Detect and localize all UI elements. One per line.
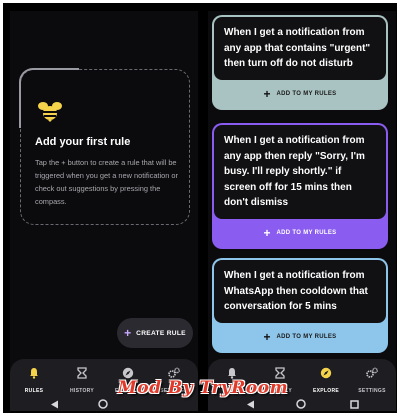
rule-text: When I get a notification from any app t… bbox=[224, 27, 371, 69]
system-nav-bar bbox=[10, 397, 198, 411]
screenshot-frame: Add your first rule Tap the + button to … bbox=[0, 0, 400, 416]
rules-screen: Add your first rule Tap the + button to … bbox=[10, 11, 198, 411]
home-icon[interactable] bbox=[98, 399, 108, 409]
recents-icon[interactable] bbox=[350, 400, 359, 409]
empty-state-title: Add your first rule bbox=[35, 136, 131, 148]
create-rule-button[interactable]: + CREATE RULE bbox=[117, 318, 193, 348]
rule-text: When I get a notification from any app t… bbox=[224, 135, 365, 208]
add-to-my-rules-button[interactable]: + ADD TO MY RULES bbox=[214, 219, 386, 247]
rule-text: When I get a notification from WhatsApp … bbox=[224, 270, 368, 312]
suggested-rule-card: When I get a notification from any app t… bbox=[212, 15, 388, 110]
plus-icon: + bbox=[263, 86, 271, 101]
explore-screen: When I get a notification from any app t… bbox=[208, 11, 396, 411]
plus-icon: + bbox=[263, 225, 271, 240]
home-icon[interactable] bbox=[296, 399, 306, 409]
empty-state-card: Add your first rule Tap the + button to … bbox=[19, 68, 190, 225]
system-nav-bar bbox=[208, 397, 396, 411]
plus-icon: + bbox=[124, 326, 132, 340]
plus-icon: + bbox=[263, 329, 271, 344]
add-to-my-rules-button[interactable]: + ADD TO MY RULES bbox=[214, 323, 386, 351]
add-to-my-rules-button[interactable]: + ADD TO MY RULES bbox=[214, 80, 386, 108]
suggested-rule-card: When I get a notification from WhatsApp … bbox=[212, 258, 388, 353]
suggested-rule-card: When I get a notification from any app t… bbox=[212, 123, 388, 249]
watermark-text: Mod By TryRoom bbox=[117, 378, 289, 398]
back-icon[interactable] bbox=[50, 400, 59, 409]
bee-icon bbox=[38, 102, 62, 122]
empty-state-description: Tap the + button to create a rule that w… bbox=[35, 158, 178, 206]
back-icon[interactable] bbox=[246, 400, 255, 409]
create-rule-label: CREATE RULE bbox=[136, 329, 186, 337]
